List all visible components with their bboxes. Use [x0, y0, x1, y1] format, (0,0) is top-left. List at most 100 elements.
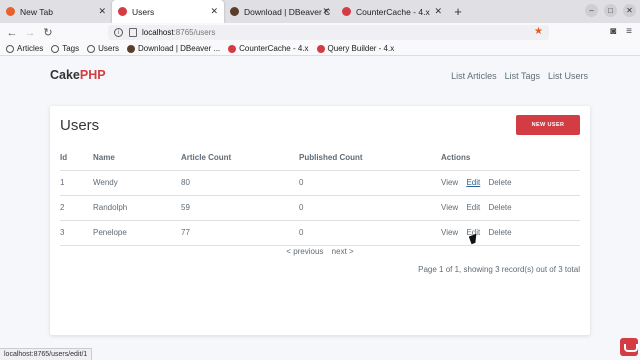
previous-link[interactable]: < previous	[286, 247, 323, 256]
url-path: :8765/users	[173, 28, 216, 37]
nav-list-users[interactable]: List Users	[548, 71, 588, 81]
table-header-row: Id Name Article Count Published Count Ac…	[60, 145, 580, 171]
delete-link[interactable]: Delete	[488, 203, 511, 212]
delete-link[interactable]: Delete	[488, 178, 511, 187]
bookmark-articles[interactable]: Articles	[6, 44, 43, 53]
brand-cake: Cake	[50, 68, 80, 82]
users-table: Id Name Article Count Published Count Ac…	[60, 145, 580, 246]
cell-id: 1	[60, 170, 93, 196]
header-actions: Actions	[441, 145, 580, 171]
brand-php: PHP	[79, 68, 106, 82]
firefox-icon	[6, 7, 15, 16]
close-icon[interactable]: ✕	[322, 6, 330, 16]
dbeaver-icon	[230, 7, 239, 16]
tab-label: Users	[132, 6, 155, 17]
close-icon[interactable]: ✕	[434, 6, 442, 16]
header-published-count[interactable]: Published Count	[299, 145, 441, 171]
globe-icon	[87, 44, 96, 53]
page-icon	[129, 28, 137, 37]
tab-new-tab[interactable]: New Tab ✕	[0, 0, 112, 23]
menu-icon[interactable]: ≡	[626, 26, 632, 37]
cakephp-icon	[316, 44, 325, 53]
table-row: 3 Penelope 77 0 View Edit Delete	[60, 220, 580, 246]
bookmark-query-builder[interactable]: Query Builder - 4.x	[316, 44, 395, 53]
pocket-icon[interactable]: ◙	[610, 26, 616, 37]
cell-name: Randolph	[93, 195, 181, 221]
link-status-bar: localhost:8765/users/edit/1	[0, 348, 93, 360]
pagination: < previous next >	[50, 247, 590, 256]
close-icon[interactable]: ✕	[98, 6, 106, 16]
tab-countercache[interactable]: CounterCache - 4.x ✕	[336, 0, 448, 23]
close-window-icon[interactable]: ✕	[623, 4, 636, 17]
cell-id: 2	[60, 195, 93, 221]
tab-users[interactable]: Users ✕	[112, 0, 224, 23]
cakephp-icon	[118, 7, 127, 16]
bookmark-star-icon[interactable]: ★	[534, 26, 543, 37]
top-navigation: List Articles List Tags List Users	[451, 71, 588, 81]
page-content: CakePHP List Articles List Tags List Use…	[0, 56, 640, 360]
reload-icon[interactable]: ↻	[39, 24, 57, 42]
bookmark-tags[interactable]: Tags	[51, 44, 79, 53]
globe-icon	[51, 44, 60, 53]
cell-article-count: 77	[181, 220, 299, 246]
browser-tab-strip: New Tab ✕ Users ✕ Download | DBeaver Com…	[0, 0, 640, 23]
view-link[interactable]: View	[441, 228, 458, 237]
cell-published-count: 0	[299, 220, 441, 246]
info-icon[interactable]: i	[114, 28, 123, 37]
header-name[interactable]: Name	[93, 145, 181, 171]
cakephp-icon	[228, 44, 237, 53]
url-host: localhost	[142, 28, 174, 37]
cell-actions: View Edit Delete	[441, 195, 580, 221]
bookmark-label: Tags	[62, 44, 80, 53]
next-link[interactable]: next >	[332, 247, 354, 256]
edit-link[interactable]: Edit	[466, 178, 480, 187]
cell-name: Wendy	[93, 170, 181, 196]
tab-label: Download | DBeaver Com	[244, 6, 330, 17]
tab-label: CounterCache - 4.x	[356, 6, 430, 17]
forward-icon[interactable]: →	[21, 24, 39, 42]
new-user-button[interactable]: NEW USER	[516, 115, 580, 135]
cell-article-count: 59	[181, 195, 299, 221]
new-tab-button[interactable]: +	[448, 0, 468, 23]
bookmark-label: CounterCache - 4.x	[239, 44, 309, 53]
cell-name: Penelope	[93, 220, 181, 246]
tab-dbeaver[interactable]: Download | DBeaver Com ✕	[224, 0, 336, 23]
back-icon[interactable]: ←	[3, 24, 21, 42]
table-row: 2 Randolph 59 0 View Edit Delete	[60, 195, 580, 221]
close-icon[interactable]: ✕	[210, 6, 218, 16]
view-link[interactable]: View	[441, 203, 458, 212]
bookmark-label: Download | DBeaver ...	[138, 44, 221, 53]
bookmark-dbeaver[interactable]: Download | DBeaver ...	[127, 44, 220, 53]
bookmark-label: Query Builder - 4.x	[327, 44, 395, 53]
pagination-counter: Page 1 of 1, showing 3 record(s) out of …	[418, 265, 580, 274]
cakephp-debug-icon[interactable]	[620, 338, 638, 356]
header-article-count[interactable]: Article Count	[181, 145, 299, 171]
bookmarks-bar: Articles Tags Users Download | DBeaver .…	[0, 42, 640, 56]
cell-actions: View Edit Delete	[441, 170, 580, 196]
cakephp-icon	[342, 7, 351, 16]
maximize-icon[interactable]: □	[604, 4, 617, 17]
bookmark-countercache[interactable]: CounterCache - 4.x	[228, 44, 309, 53]
tab-label: New Tab	[20, 6, 53, 17]
minimize-icon[interactable]: –	[585, 4, 598, 17]
edit-link[interactable]: Edit	[466, 203, 480, 212]
nav-list-articles[interactable]: List Articles	[451, 71, 497, 81]
window-controls: – □ ✕	[585, 4, 636, 17]
cell-published-count: 0	[299, 170, 441, 196]
users-card: Users NEW USER Id Name Article Count Pub…	[50, 106, 590, 335]
dbeaver-icon	[127, 44, 136, 53]
globe-icon	[6, 44, 14, 53]
site-brand[interactable]: CakePHP	[50, 68, 106, 82]
cell-published-count: 0	[299, 195, 441, 221]
address-bar[interactable]: i localhost:8765/users ★	[108, 25, 549, 40]
nav-list-tags[interactable]: List Tags	[505, 71, 540, 81]
cell-actions: View Edit Delete	[441, 220, 580, 246]
bookmark-users[interactable]: Users	[87, 44, 119, 53]
delete-link[interactable]: Delete	[488, 228, 511, 237]
cell-id: 3	[60, 220, 93, 246]
view-link[interactable]: View	[441, 178, 458, 187]
toolbar-right: ◙ ≡	[610, 26, 632, 37]
table-row: 1 Wendy 80 0 View Edit Delete	[60, 170, 580, 196]
cell-article-count: 80	[181, 170, 299, 196]
header-id[interactable]: Id	[60, 145, 93, 171]
